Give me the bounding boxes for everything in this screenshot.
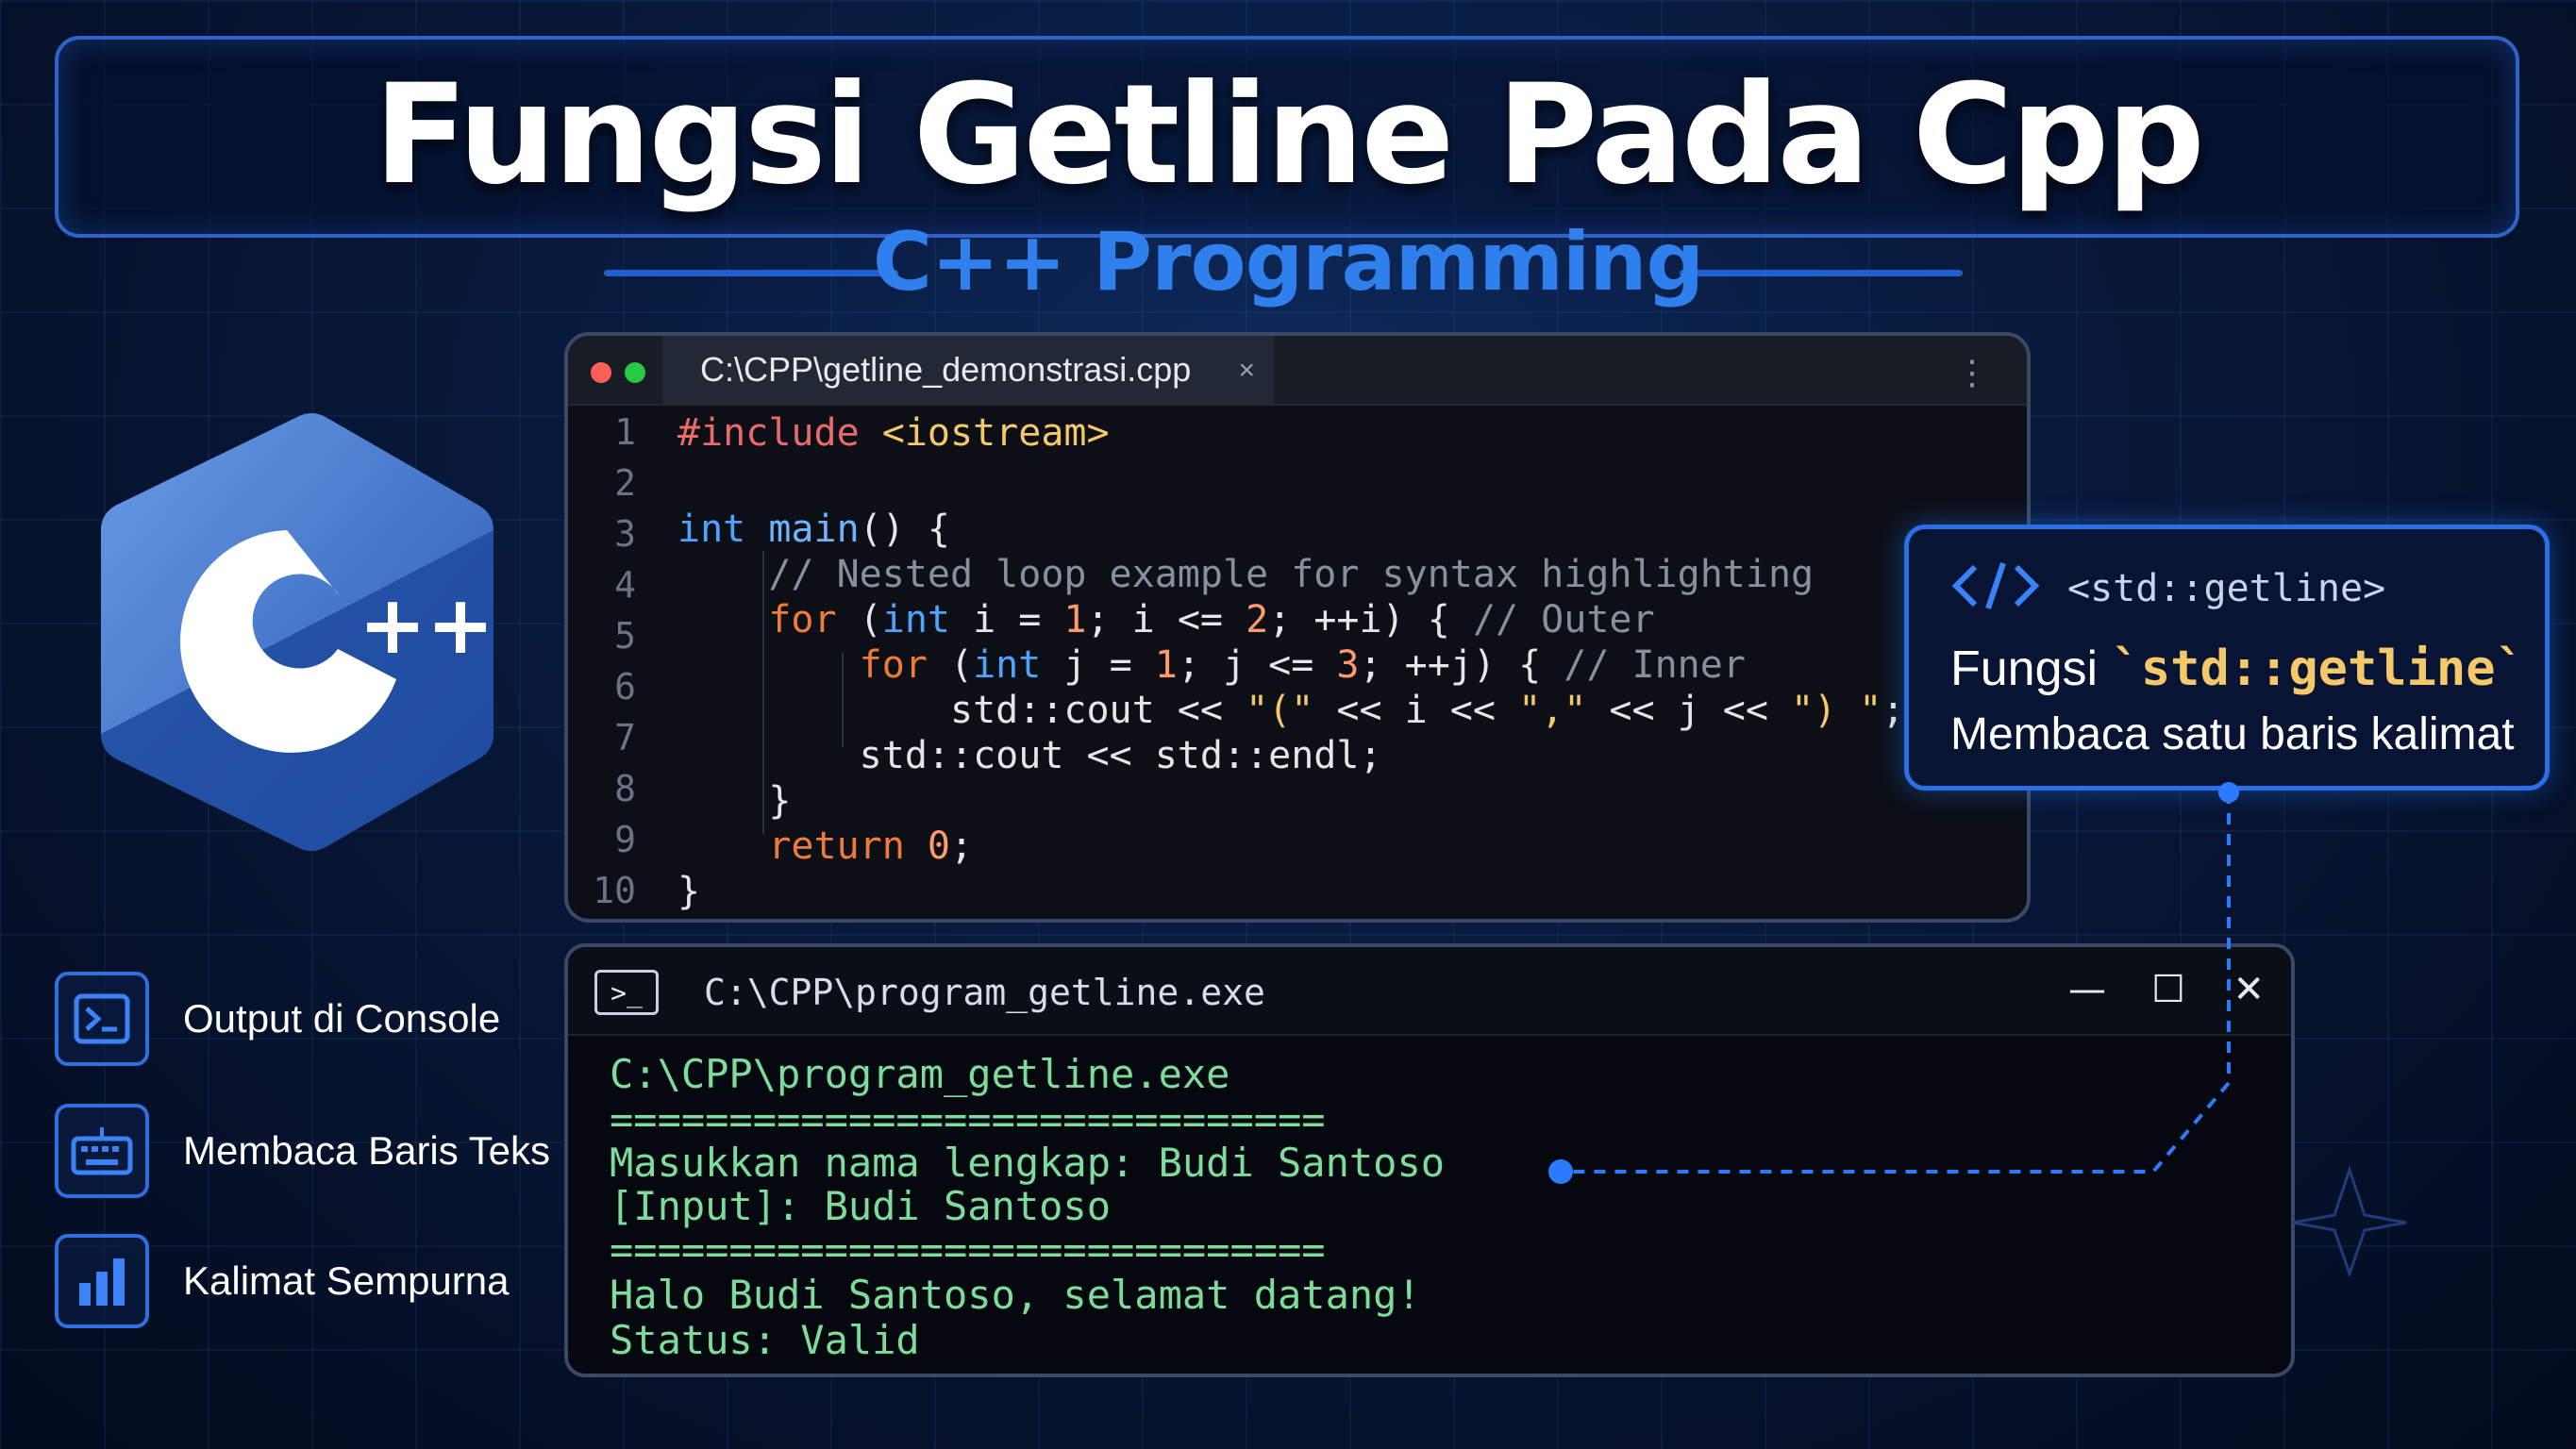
console-output-line: Status: Valid [610, 1317, 920, 1363]
terminal-icon [55, 972, 149, 1066]
code-line: int main() { [677, 508, 950, 551]
feature-output-console: Output di Console [55, 972, 500, 1066]
terminal-icon: >_ [594, 970, 659, 1015]
editor-tab[interactable]: C:\CPP\getline_demonstrasi.cpp × [662, 336, 1274, 404]
code-line: for (int j = 1; j <= 3; ++j) { // Inner [859, 643, 1746, 687]
code-line: std::cout << std::endl; [677, 734, 1382, 777]
line-number: 1 [614, 411, 636, 453]
line-number: 6 [614, 666, 636, 708]
card-description: Membaca satu baris kalimat [1950, 709, 2515, 759]
line-number: 8 [614, 768, 636, 809]
console-title-bar: >_ C:\CPP\program_getline.exe — ☐ ✕ [568, 947, 2291, 1036]
console-output-line: [Input]: Budi Santoso [610, 1183, 1112, 1229]
bar-chart-icon [55, 1234, 149, 1328]
console-title: C:\CPP\program_getline.exe [704, 972, 1265, 1013]
feature-label: Kalimat Sempurna [183, 1258, 510, 1303]
tab-close-icon[interactable]: × [1238, 355, 1255, 387]
console-output-line: Masukkan nama lengkap: Budi Santoso [610, 1140, 1446, 1186]
editor-tab-title: C:\CPP\getline_demonstrasi.cpp [700, 350, 1192, 389]
code-editor-window: C:\CPP\getline_demonstrasi.cpp × ⋮ 1 2 3… [564, 332, 2031, 923]
feature-label: Output di Console [183, 996, 501, 1041]
card-tag: <std::getline> [2067, 566, 2386, 610]
console-output-line: C:\CPP\program_getline.exe [610, 1051, 1230, 1097]
keyboard-icon [55, 1104, 149, 1198]
code-line: } [677, 870, 701, 913]
maximize-icon[interactable]: ☐ [2151, 968, 2185, 1011]
code-line: for (int i = 1; i <= 2; ++i) { // Outer [768, 598, 1655, 641]
getline-info-card: <std::getline> Fungsi `std::getline` Mem… [1904, 525, 2550, 791]
minimize-icon[interactable]: — [2068, 968, 2106, 1011]
line-number: 2 [614, 462, 636, 504]
code-line: // Nested loop example for syntax highli… [768, 553, 1815, 596]
code-line: std::cout << "(" << i << "," << j << ") … [677, 689, 1905, 732]
code-area[interactable]: 1 2 3 4 5 6 7 8 9 10 #include <iostream>… [568, 411, 2027, 919]
feature-label: Membaca Baris Teks [183, 1128, 551, 1173]
window-close-dot[interactable] [591, 362, 611, 383]
code-line: return 0; [768, 824, 974, 868]
cpp-logo-plus: ++ [359, 578, 494, 673]
line-number: 7 [614, 717, 636, 758]
editor-tab-bar: C:\CPP\getline_demonstrasi.cpp × ⋮ [568, 336, 2027, 406]
more-options-icon[interactable]: ⋮ [1955, 353, 1989, 392]
line-number: 5 [614, 615, 636, 657]
code-brackets-icon [1950, 559, 2041, 617]
line-number: 10 [593, 870, 636, 911]
line-number: 9 [614, 819, 636, 860]
line-number: 4 [614, 564, 636, 606]
page-subtitle: C++ Programming [872, 215, 1704, 309]
console-output-line: Halo Budi Santoso, selamat datang! [610, 1272, 1421, 1318]
console-output-line: ============================== [610, 1096, 1326, 1142]
page-title: Fungsi Getline Pada Cpp [374, 55, 2205, 215]
code-line: #include <iostream> [677, 411, 1110, 455]
window-maximize-dot[interactable] [625, 362, 645, 383]
card-title: Fungsi `std::getline` [1950, 641, 2525, 697]
console-output-line: ============================== [610, 1226, 1326, 1273]
code-line: } [677, 779, 792, 823]
feature-perfect-sentence: Kalimat Sempurna [55, 1234, 510, 1328]
console-window: >_ C:\CPP\program_getline.exe — ☐ ✕ C:\C… [564, 943, 2295, 1377]
close-icon[interactable]: ✕ [2233, 968, 2265, 1011]
cpp-logo-icon: ++ [101, 413, 494, 851]
feature-read-line: Membaca Baris Teks [55, 1104, 550, 1198]
line-number: 3 [614, 513, 636, 555]
